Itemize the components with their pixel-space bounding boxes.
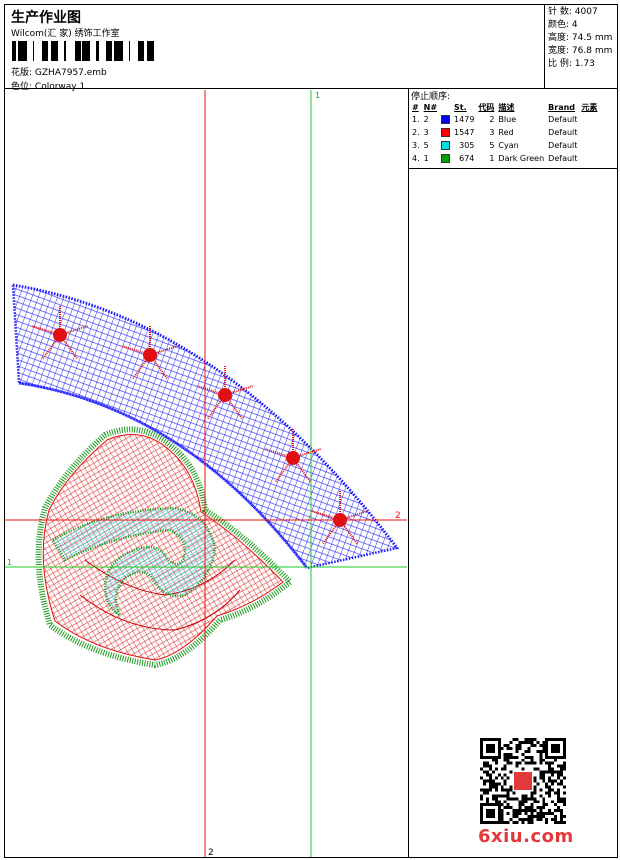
stop-sequence-panel: 停止顺序: # N# St. 代码 描述 Brand 元素 1. 2 1479 2 Bl…	[408, 89, 618, 169]
red-guide-v-label: 2	[208, 848, 214, 857]
barcode	[12, 41, 154, 61]
color-swatch	[441, 128, 451, 137]
color-swatch	[441, 115, 451, 124]
table-header: # N# St. 代码 描述 Brand 元素	[412, 102, 598, 112]
color-swatch	[441, 141, 451, 150]
stat-row: 比 例: 1.73	[548, 59, 595, 69]
design-row: 花版: GZHA7957.emb	[11, 65, 107, 78]
green-guide-v-label: 1	[315, 91, 320, 100]
stat-row: 高度: 74.5 mm	[548, 33, 613, 43]
table-row: 1. 2 1479 2 Blue Default	[412, 115, 578, 124]
stat-row: 针 数: 4007	[548, 7, 598, 17]
embroidery-canvas: 1 1 2 2	[5, 90, 407, 857]
stats-panel: 针 数: 4007 颜色: 4 高度: 74.5 mm 宽度: 76.8 mm …	[544, 4, 618, 89]
red-guide-h-label: 2	[395, 511, 401, 521]
company-name: Wilcom(汇 家) 绣饰工作室	[11, 29, 120, 39]
table-row: 2. 3 1547 3 Red Default	[412, 128, 578, 137]
table-row: 4. 1 674 1 Dark Green Default	[412, 154, 578, 163]
design-label: 花版:	[11, 68, 33, 78]
panel-divider	[408, 169, 409, 858]
stop-sequence-table: # N# St. 代码 描述 Brand 元素 1. 2 1479 2 Blue Defa…	[410, 101, 599, 165]
qr-code	[480, 738, 566, 824]
page-title: 生产作业图	[11, 10, 81, 26]
stat-row: 颜色: 4	[548, 20, 578, 30]
green-guide-h-label: 1	[7, 558, 12, 567]
watermark: 6xiu.com	[478, 826, 574, 847]
header: 生产作业图 Wilcom(汇 家) 绣饰工作室 花版: GZHA7957.emb…	[4, 4, 618, 92]
stat-row: 宽度: 76.8 mm	[548, 46, 613, 56]
color-swatch	[441, 154, 451, 163]
table-row: 3. 5 305 5 Cyan Default	[412, 141, 578, 150]
design-file: GZHA7957.emb	[34, 68, 107, 78]
